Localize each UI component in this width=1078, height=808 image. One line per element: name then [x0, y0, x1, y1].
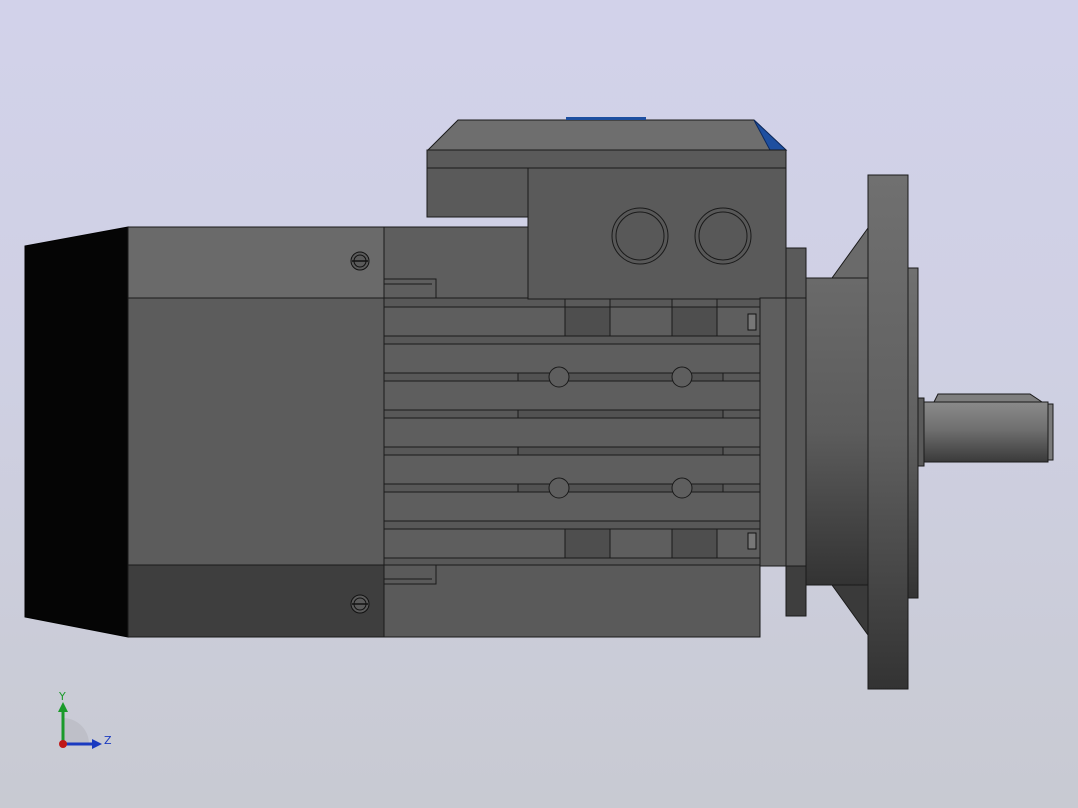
y-axis-label: Y — [58, 690, 66, 703]
coordinate-triad: Y Z — [58, 690, 112, 749]
triad-arc — [63, 718, 89, 744]
cable-gland-right — [694, 207, 752, 265]
screw-bottom — [350, 594, 370, 614]
cooling-fins — [383, 294, 761, 559]
output-flange[interactable] — [867, 174, 925, 690]
graphics-viewport[interactable]: Y Z — [0, 0, 1078, 808]
screw-top — [350, 251, 370, 271]
cable-gland-left — [611, 207, 669, 265]
output-shaft[interactable] — [923, 393, 1054, 463]
x-axis-dot — [59, 740, 67, 748]
gearbox-housing[interactable] — [805, 226, 869, 637]
z-axis-label: Z — [104, 734, 112, 747]
motor-gearbox-model[interactable] — [0, 0, 1078, 808]
fan-cover[interactable] — [24, 226, 129, 638]
